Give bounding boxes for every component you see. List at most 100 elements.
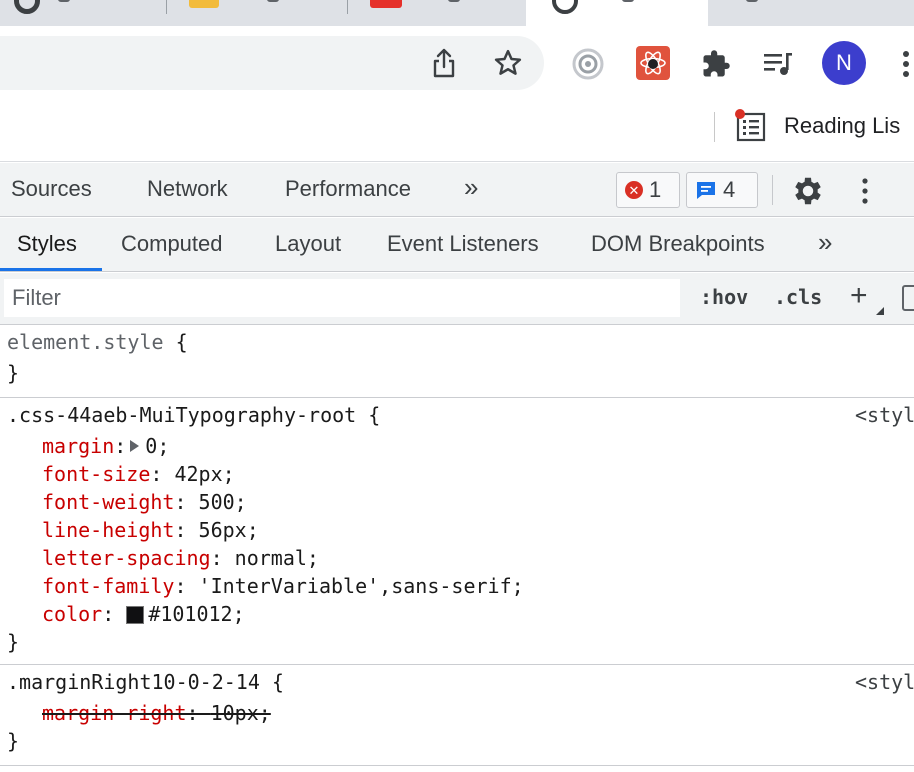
- error-count: 1: [649, 177, 662, 202]
- tab-network[interactable]: Network: [147, 176, 228, 202]
- address-bar[interactable]: [0, 36, 544, 90]
- styles-pane: element.style { } .css-44aeb-MuiTypograp…: [0, 326, 914, 772]
- styles-filter-bar: :hov .cls +: [0, 273, 914, 325]
- message-icon: [697, 182, 715, 199]
- declaration-row[interactable]: line-height: 56px;: [42, 516, 259, 544]
- rule-source-link[interactable]: <styl: [855, 668, 914, 696]
- toggle-computed-sidebar-icon[interactable]: [902, 285, 914, 311]
- tab-sources[interactable]: Sources: [11, 176, 92, 202]
- tab-favicon-icon: [14, 0, 40, 14]
- error-icon: ✕: [625, 181, 643, 199]
- new-rule-dropdown-icon[interactable]: [876, 307, 884, 315]
- declaration-row[interactable]: color: #101012;: [42, 600, 245, 628]
- style-rule-margin-right: .marginRight10-0-2-14 { <styl margin-rig…: [0, 666, 914, 766]
- rule-close-brace: }: [7, 729, 20, 753]
- message-count-badge[interactable]: 4: [686, 172, 758, 208]
- rule-source-link[interactable]: <styl: [855, 401, 914, 429]
- tab-title-fragment: [267, 0, 279, 2]
- elements-sidebar-tabs: Styles Computed Layout Event Listeners D…: [0, 218, 914, 272]
- browser-tab-strip: [0, 0, 914, 26]
- profile-avatar[interactable]: N: [822, 41, 866, 85]
- declaration-property[interactable]: line-height: [42, 518, 174, 542]
- declaration-row[interactable]: font-size: 42px;: [42, 460, 235, 488]
- declaration-row-overridden[interactable]: margin-right: 10px;: [42, 699, 271, 727]
- bookmarks-bar: Reading Lis: [0, 98, 914, 162]
- tab-favicon-icon: [189, 0, 219, 8]
- declaration-value[interactable]: 0;: [145, 434, 169, 458]
- tab-favicon-icon: [552, 0, 578, 14]
- browser-menu-icon[interactable]: [896, 46, 914, 82]
- message-count: 4: [723, 177, 736, 202]
- tab-dom-breakpoints[interactable]: DOM Breakpoints: [591, 231, 765, 257]
- extensions-puzzle-icon[interactable]: [698, 46, 734, 82]
- declaration-property[interactable]: font-size: [42, 462, 150, 486]
- browser-toolbar: N: [0, 26, 914, 98]
- declaration-value[interactable]: 10px;: [211, 701, 271, 725]
- declaration-row[interactable]: font-family: 'InterVariable',sans-serif;: [42, 572, 524, 600]
- reading-list-label[interactable]: Reading Lis: [784, 113, 900, 139]
- tab-title-fragment: [746, 0, 758, 2]
- declaration-value[interactable]: 'InterVariable',sans-serif;: [199, 574, 524, 598]
- declaration-value[interactable]: 56px;: [199, 518, 259, 542]
- react-devtools-icon[interactable]: [636, 46, 670, 80]
- declaration-property[interactable]: font-family: [42, 574, 174, 598]
- tab-computed[interactable]: Computed: [121, 231, 223, 257]
- declaration-property[interactable]: letter-spacing: [42, 546, 211, 570]
- more-subtabs-chevron-icon[interactable]: »: [818, 227, 832, 258]
- new-style-rule-button[interactable]: +: [850, 279, 868, 313]
- rule-selector[interactable]: .marginRight10-0-2-14: [7, 670, 260, 694]
- browser-tab-2[interactable]: [167, 0, 347, 26]
- hover-state-toggle[interactable]: :hov: [700, 285, 748, 309]
- rule-close-brace: }: [7, 630, 20, 654]
- settings-gear-icon[interactable]: [790, 173, 826, 209]
- rule-open-brace[interactable]: {: [272, 670, 284, 694]
- styles-filter-input[interactable]: [4, 279, 680, 317]
- avatar-initial: N: [836, 50, 852, 75]
- browser-tab-1[interactable]: [0, 0, 166, 26]
- expand-triangle-icon[interactable]: [130, 440, 140, 452]
- rule-close-line: }: [7, 727, 19, 755]
- declaration-property[interactable]: font-weight: [42, 490, 174, 514]
- media-controls-icon[interactable]: [760, 46, 796, 82]
- rule-selector[interactable]: element.style: [7, 330, 164, 354]
- declaration-property[interactable]: color: [42, 602, 102, 626]
- rule-open-brace[interactable]: {: [176, 330, 188, 354]
- declaration-row[interactable]: letter-spacing: normal;: [42, 544, 319, 572]
- rule-close-brace: }: [7, 361, 20, 385]
- rule-selector-line: .css-44aeb-MuiTypography-root {: [7, 401, 380, 429]
- toolbar-divider: [772, 175, 773, 205]
- tab-event-listeners[interactable]: Event Listeners: [387, 231, 539, 257]
- declaration-property[interactable]: margin: [42, 434, 114, 458]
- rule-close-line: }: [7, 628, 19, 656]
- color-swatch[interactable]: [126, 606, 145, 624]
- declaration-value[interactable]: 42px;: [174, 462, 234, 486]
- more-tabs-chevron-icon[interactable]: »: [464, 172, 478, 203]
- browser-tab-5[interactable]: [710, 0, 914, 26]
- tab-title-fragment: [58, 0, 70, 2]
- declaration-property[interactable]: margin-right: [42, 701, 187, 725]
- active-tab-indicator: [0, 268, 102, 271]
- devtools-main-tabs: Sources Network Performance » ✕ 1 4: [0, 163, 914, 217]
- error-count-badge[interactable]: ✕ 1: [616, 172, 680, 208]
- declaration-row[interactable]: margin: 0;: [42, 432, 169, 460]
- tab-layout[interactable]: Layout: [275, 231, 341, 257]
- declaration-row[interactable]: font-weight: 500;: [42, 488, 247, 516]
- bookmarks-divider: [714, 112, 715, 142]
- lens-extension-icon[interactable]: [570, 46, 606, 82]
- devtools-menu-icon[interactable]: [854, 173, 876, 209]
- rule-selector[interactable]: .css-44aeb-MuiTypography-root: [7, 403, 356, 427]
- class-toggle[interactable]: .cls: [774, 285, 822, 309]
- rule-selector-line: element.style {: [7, 328, 188, 356]
- browser-tab-3[interactable]: [348, 0, 524, 26]
- bookmark-star-icon[interactable]: [490, 46, 526, 80]
- browser-tab-active[interactable]: [526, 0, 708, 26]
- share-icon[interactable]: [428, 46, 460, 80]
- tab-favicon-icon: [370, 0, 402, 8]
- declaration-value[interactable]: 500;: [199, 490, 247, 514]
- rule-open-brace[interactable]: {: [368, 403, 380, 427]
- tab-performance[interactable]: Performance: [285, 176, 411, 202]
- declaration-value[interactable]: normal;: [235, 546, 319, 570]
- declaration-value[interactable]: #101012;: [148, 602, 244, 626]
- reading-list-icon[interactable]: [734, 108, 770, 144]
- tab-styles[interactable]: Styles: [17, 231, 77, 257]
